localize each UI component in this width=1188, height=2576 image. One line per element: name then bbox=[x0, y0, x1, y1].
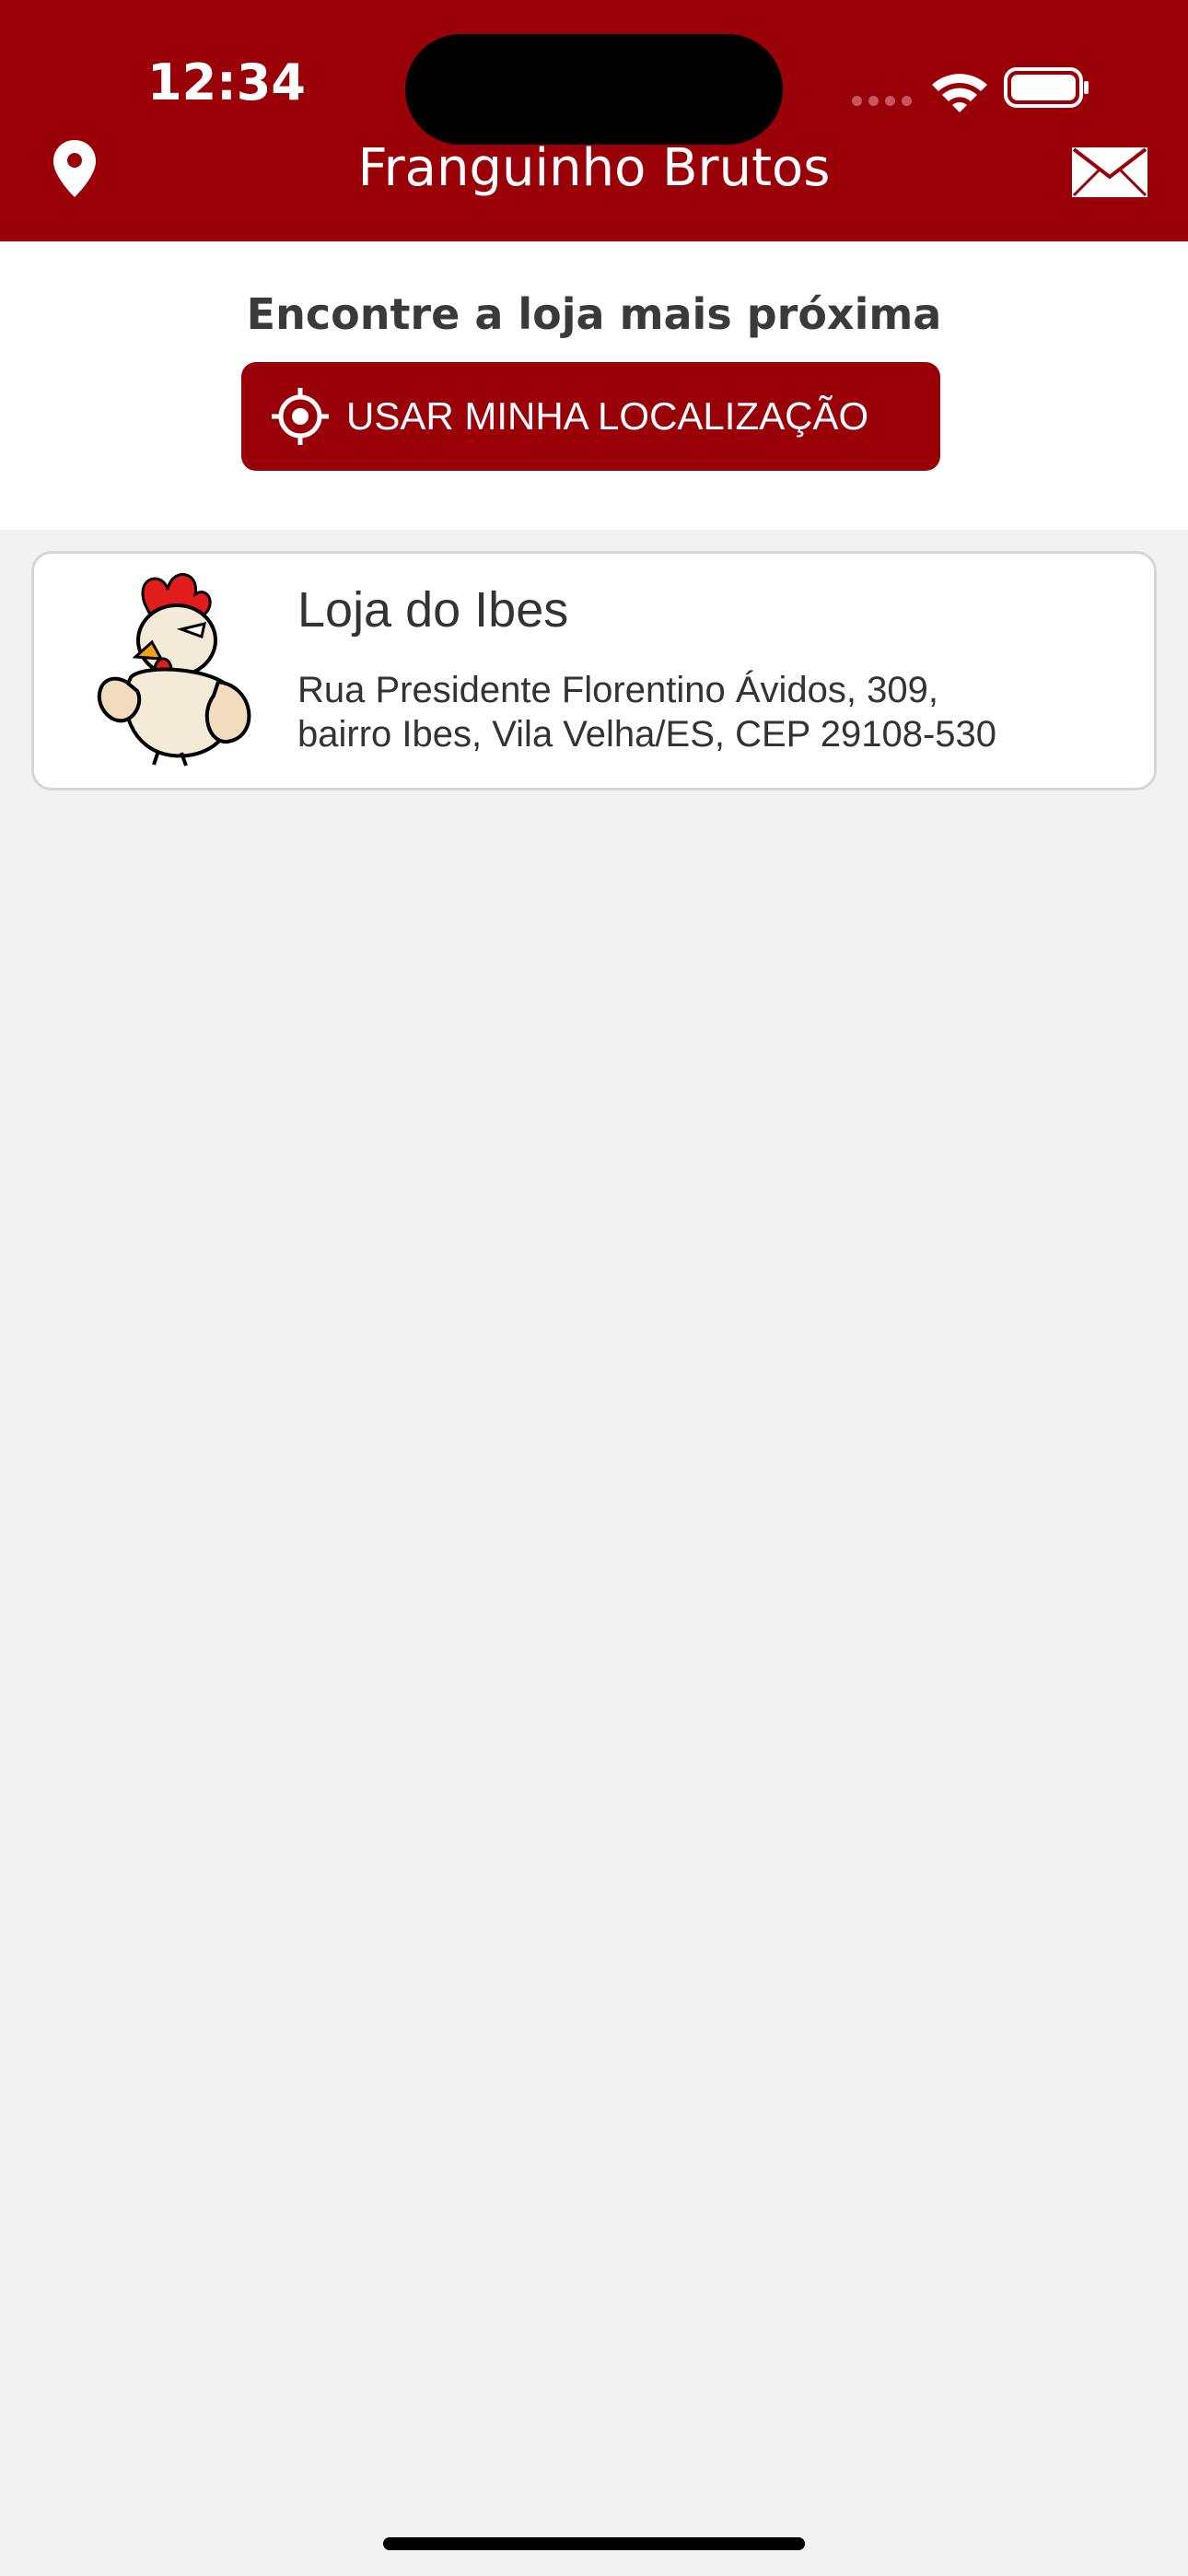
store-name: Loja do Ibes bbox=[297, 582, 569, 638]
app-header: 12:34 Franguinho Brutos bbox=[0, 0, 1188, 241]
home-indicator[interactable] bbox=[383, 2537, 805, 2550]
app-title: Franguinho Brutos bbox=[357, 138, 831, 198]
rooster-mascot-logo bbox=[97, 573, 251, 767]
use-my-location-button[interactable]: USAR MINHA LOCALIZAÇÃO bbox=[241, 362, 940, 471]
mail-icon[interactable] bbox=[1070, 146, 1149, 199]
dynamic-island bbox=[405, 34, 783, 145]
use-my-location-label: USAR MINHA LOCALIZAÇÃO bbox=[346, 394, 869, 438]
find-store-heading: Encontre a loja mais próxima bbox=[246, 289, 942, 339]
battery-icon bbox=[1004, 67, 1089, 108]
store-address-line2: bairro Ibes, Vila Velha/ES, CEP 29108-53… bbox=[297, 714, 997, 755]
find-store-panel: Encontre a loja mais próxima USAR MINHA … bbox=[0, 241, 1188, 530]
store-address: Rua Presidente Florentino Ávidos, 309, b… bbox=[297, 668, 1126, 756]
crosshair-icon bbox=[271, 387, 330, 446]
status-time: 12:34 bbox=[147, 53, 306, 111]
store-address-line1: Rua Presidente Florentino Ávidos, 309, bbox=[297, 670, 938, 710]
store-card[interactable]: Loja do Ibes Rua Presidente Florentino Á… bbox=[31, 551, 1157, 790]
map-pin-icon[interactable] bbox=[52, 138, 98, 199]
wifi-icon bbox=[932, 74, 987, 112]
cellular-signal-icon bbox=[852, 94, 918, 111]
